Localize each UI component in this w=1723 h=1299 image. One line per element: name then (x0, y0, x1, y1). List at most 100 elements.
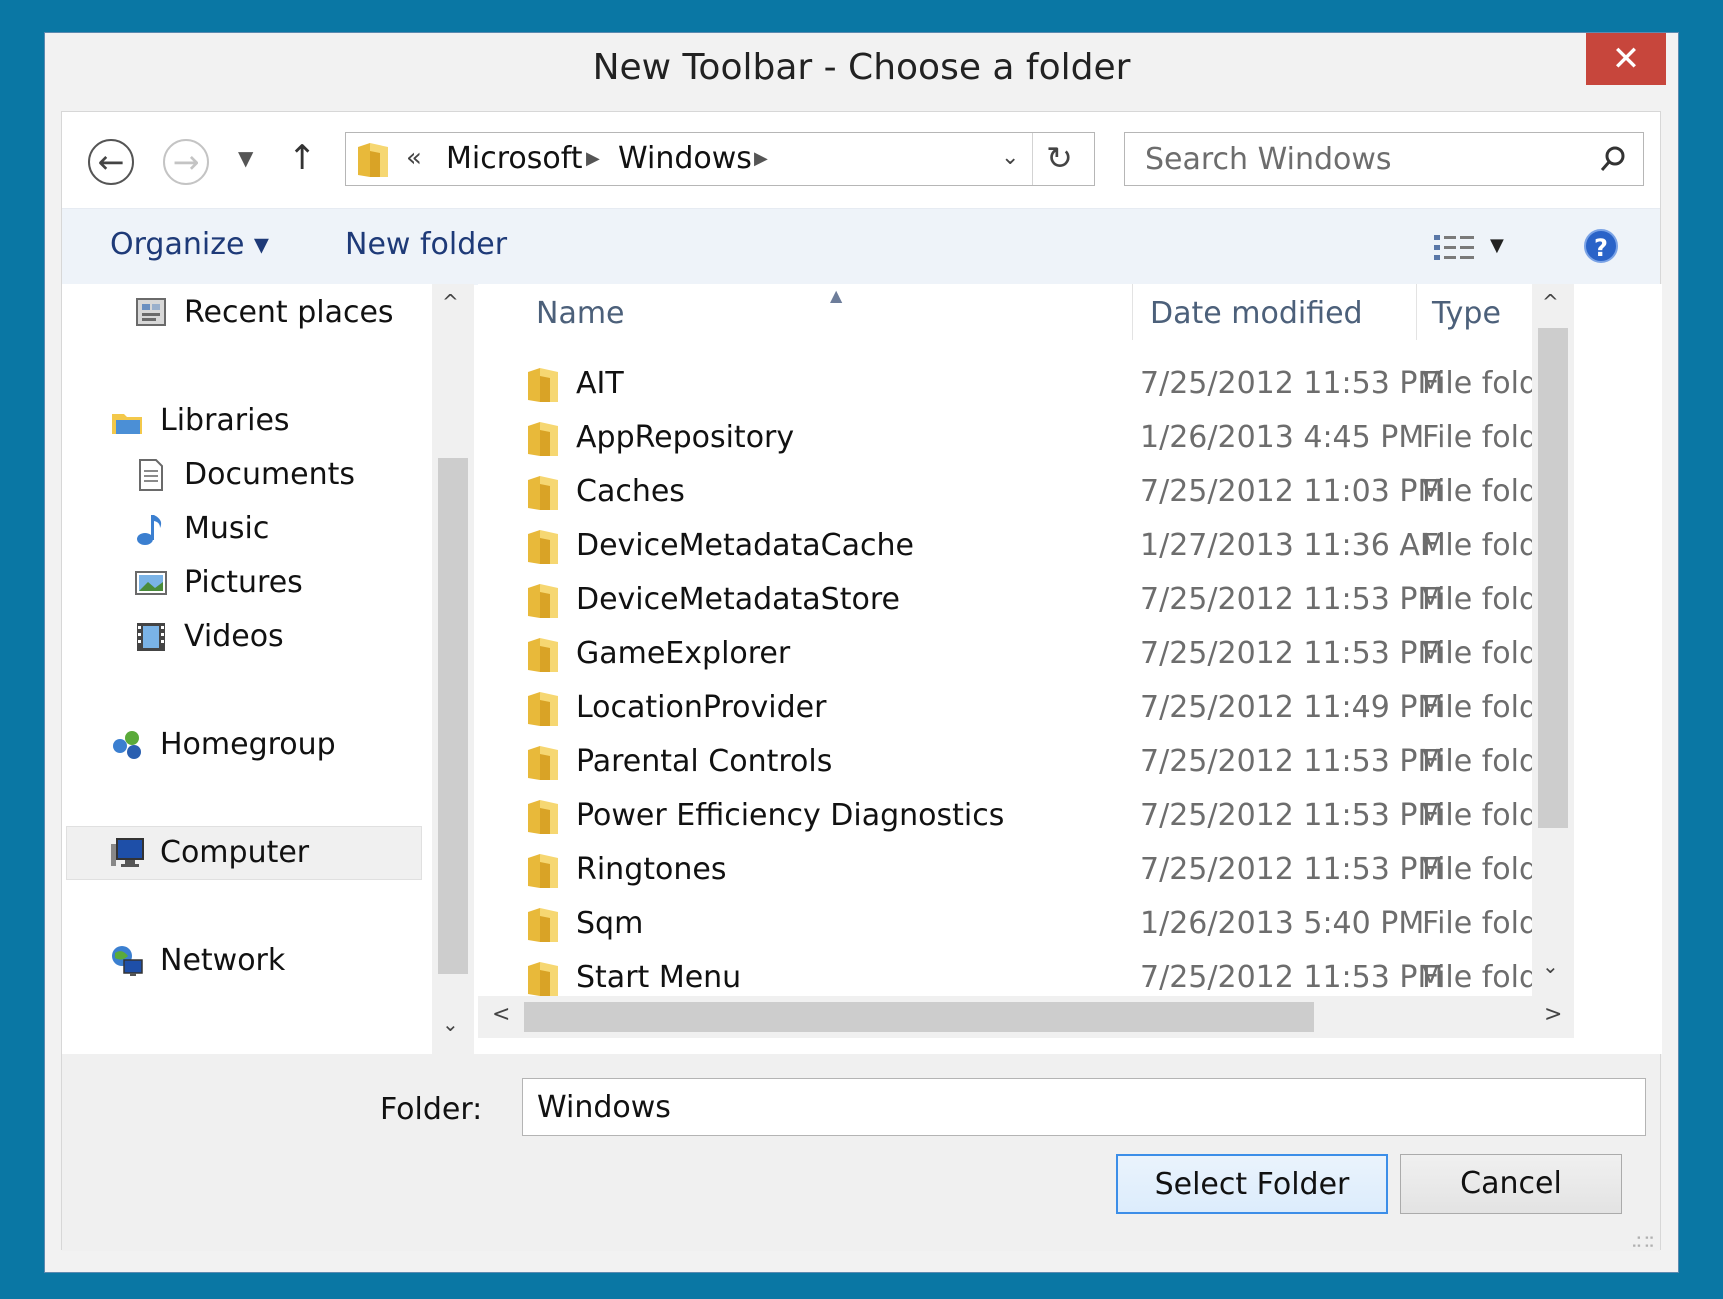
folder-icon (526, 798, 560, 840)
breadcrumb-chevron-icon[interactable]: ▶ (754, 148, 768, 169)
table-row[interactable]: Ringtones 7/25/2012 11:53 PMFile folde (478, 844, 1534, 898)
homegroup-icon (110, 728, 144, 762)
folder-name-field[interactable] (522, 1078, 1646, 1136)
refresh-icon[interactable]: ↻ (1046, 139, 1073, 177)
change-view-icon[interactable] (1434, 233, 1476, 267)
back-arrow-icon: ← (97, 143, 125, 181)
search-box[interactable] (1124, 132, 1644, 186)
organize-menu-button[interactable]: Organize ▾ (110, 227, 269, 262)
file-type: File folde (1422, 474, 1534, 509)
address-overflow-icon[interactable]: « (406, 143, 422, 173)
date-modified: 1/26/2013 5:40 PM (1140, 906, 1425, 941)
table-row[interactable]: Caches 7/25/2012 11:03 PMFile folde (478, 466, 1534, 520)
scroll-down-icon[interactable]: ⌄ (1542, 954, 1559, 978)
nav-item-label: Pictures (184, 565, 303, 600)
breadcrumb-chevron-icon[interactable]: ▶ (586, 148, 600, 169)
table-row[interactable]: DeviceMetadataCache 1/27/2013 11:36 AM Fil… (478, 520, 1534, 574)
date-modified: 7/25/2012 11:53 PM (1140, 366, 1444, 401)
scroll-up-icon[interactable]: ^ (1542, 290, 1559, 314)
nav-item-label: Network (160, 943, 286, 978)
up-button[interactable]: ↑ (288, 138, 317, 178)
file-name: Power Efficiency Diagnostics (576, 798, 1005, 833)
nav-item-label: Computer (160, 835, 310, 870)
resize-grip-icon[interactable]: ⠠⠤ ⠤⠤ (1631, 1227, 1656, 1251)
scrollbar-thumb[interactable] (1538, 328, 1568, 828)
column-header-type[interactable]: Type (1432, 284, 1501, 364)
navigation-bar: ← → ▼ ↑ « Microsoft ▶ Windows ▶ ⌄ ↻ (62, 112, 1660, 208)
recent-locations-dropdown[interactable]: ▼ (238, 146, 253, 170)
table-row[interactable]: AIT 7/25/2012 11:53 PMFile folde (478, 358, 1534, 412)
file-list-vertical-scrollbar[interactable]: ^ ⌄ (1532, 284, 1574, 996)
file-list-horizontal-scrollbar[interactable]: < > (478, 996, 1574, 1038)
nav-pane-scrollbar[interactable]: ^ ⌄ (432, 284, 474, 1054)
table-row[interactable]: Sqm 1/26/2013 5:40 PMFile folde (478, 898, 1534, 952)
date-modified: 7/25/2012 11:53 PM (1140, 582, 1444, 617)
table-row[interactable]: GameExplorer 7/25/2012 11:53 PMFile folde (478, 628, 1534, 682)
forward-button[interactable]: → (163, 139, 209, 185)
scrollbar-thumb[interactable] (438, 458, 468, 974)
scroll-down-icon[interactable]: ⌄ (442, 1012, 459, 1036)
nav-item-label: Music (184, 511, 270, 546)
file-name: AppRepository (576, 420, 795, 455)
address-divider (1032, 133, 1033, 185)
file-list-pane: ▲ Name Date modified Type AIT 7/25/2012 1… (478, 284, 1662, 1054)
column-header-date-modified[interactable]: Date modified (1150, 284, 1363, 364)
nav-item-label: Homegroup (160, 727, 336, 762)
folder-icon (526, 744, 560, 786)
file-name: LocationProvider (576, 690, 827, 725)
date-modified: 7/25/2012 11:53 PM (1140, 744, 1444, 779)
table-row[interactable]: DeviceMetadataStore 7/25/2012 11:53 PM Fil… (478, 574, 1534, 628)
file-type: File folde (1422, 690, 1534, 725)
recent-places-icon (134, 296, 168, 330)
help-icon[interactable]: ? (1584, 229, 1618, 263)
new-folder-button[interactable]: New folder (345, 227, 507, 262)
scroll-left-icon[interactable]: < (492, 1002, 510, 1027)
file-type: File folde (1422, 420, 1534, 455)
scrollbar-thumb[interactable] (524, 1002, 1314, 1032)
breadcrumb-windows[interactable]: Windows (618, 141, 752, 176)
music-icon (134, 512, 168, 546)
search-icon[interactable] (1599, 145, 1627, 177)
table-row[interactable]: Parental Controls 7/25/2012 11:53 PM File … (478, 736, 1534, 790)
folder-icon (526, 636, 560, 678)
breadcrumb-microsoft[interactable]: Microsoft (446, 141, 583, 176)
date-modified: 7/25/2012 11:53 PM (1140, 852, 1444, 887)
table-row[interactable]: LocationProvider 7/25/2012 11:49 PM File f… (478, 682, 1534, 736)
nav-item-label: Documents (184, 457, 356, 492)
select-folder-button[interactable]: Select Folder (1116, 1154, 1388, 1214)
close-icon: ✕ (1611, 39, 1641, 79)
column-divider[interactable] (1416, 284, 1417, 340)
address-bar[interactable]: « Microsoft ▶ Windows ▶ ⌄ ↻ (345, 132, 1095, 186)
file-type: File folde (1422, 366, 1534, 401)
date-modified: 1/27/2013 11:36 AM (1140, 528, 1446, 563)
dialog-title: New Toolbar - Choose a folder (592, 47, 1131, 88)
search-input[interactable] (1145, 139, 1565, 179)
column-header-name[interactable]: Name (536, 284, 625, 364)
view-options-dropdown[interactable]: ▼ (1490, 235, 1504, 256)
column-divider[interactable] (1132, 284, 1133, 340)
file-name: DeviceMetadataCache (576, 528, 914, 563)
scroll-up-icon[interactable]: ^ (442, 290, 459, 314)
back-button[interactable]: ← (88, 139, 134, 185)
date-modified: 1/26/2013 4:45 PM (1140, 420, 1425, 455)
nav-item-label: Videos (184, 619, 284, 654)
pictures-icon (134, 566, 168, 600)
close-button[interactable]: ✕ (1586, 33, 1666, 85)
file-type: File folde (1422, 744, 1534, 779)
file-name: DeviceMetadataStore (576, 582, 900, 617)
table-row[interactable]: AppRepository 1/26/2013 4:45 PMFile folde (478, 412, 1534, 466)
cancel-button[interactable]: Cancel (1400, 1154, 1622, 1214)
file-name: Caches (576, 474, 685, 509)
scroll-right-icon[interactable]: > (1544, 1002, 1562, 1027)
folder-icon (526, 528, 560, 570)
folder-icon (526, 906, 560, 948)
file-name: Ringtones (576, 852, 727, 887)
file-type: File folde (1422, 960, 1534, 995)
file-name: GameExplorer (576, 636, 791, 671)
date-modified: 7/25/2012 11:49 PM (1140, 690, 1444, 725)
file-type: File folde (1422, 636, 1534, 671)
table-row[interactable]: Power Efficiency Diagnostics 7/25/2012 11… (478, 790, 1534, 844)
folder-icon (526, 420, 560, 462)
address-dropdown-icon[interactable]: ⌄ (1001, 145, 1019, 170)
date-modified: 7/25/2012 11:53 PM (1140, 960, 1444, 995)
